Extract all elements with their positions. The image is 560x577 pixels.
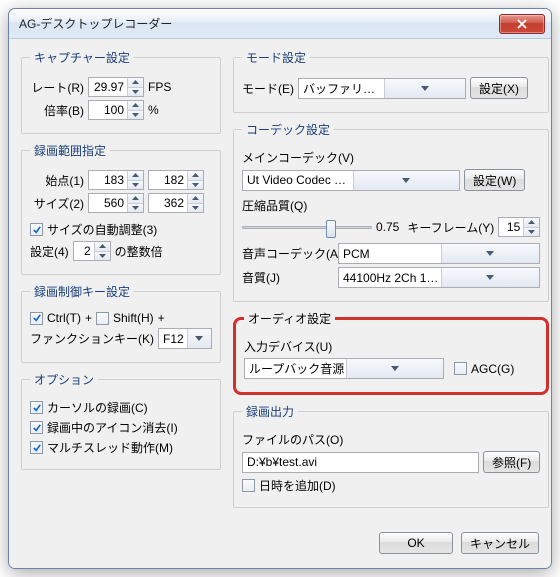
chevron-down-icon <box>187 329 212 348</box>
scale-input[interactable] <box>89 101 127 119</box>
options-legend: オプション <box>30 371 98 388</box>
path-input[interactable] <box>242 452 479 473</box>
codec-legend: コーデック設定 <box>242 121 334 138</box>
iconhide-checkbox[interactable]: 録画中のアイコン消去(I) <box>30 419 178 436</box>
setting4-spinner[interactable] <box>73 241 111 261</box>
options-group: オプション カーソルの録画(C) 録画中のアイコン消去(I) マルチスレッド動作… <box>21 371 221 470</box>
mode-settings-button[interactable]: 設定(X) <box>470 77 528 99</box>
cancel-button[interactable]: キャンセル <box>461 532 539 554</box>
auto-size-checkbox[interactable]: サイズの自動調整(3) <box>30 221 157 238</box>
funckey-combo[interactable]: F12 <box>158 328 212 349</box>
output-group: 録画出力 ファイルのパス(O) 参照(F) 日時を追加(D) <box>233 403 549 508</box>
quality-value: 0.75 <box>376 220 399 234</box>
scale-label: 倍率(B) <box>30 102 84 119</box>
titlebar: AG-デスクトップレコーダー <box>9 9 551 39</box>
codec-settings-button[interactable]: 設定(W) <box>464 169 525 191</box>
area-group: 録画範囲指定 始点(1) サイズ(2) サイズの自動調整(3) <box>21 142 221 275</box>
close-icon <box>517 19 527 29</box>
mode-legend: モード設定 <box>242 49 310 66</box>
spinner-arrows[interactable] <box>127 78 143 96</box>
start-x-spinner[interactable] <box>88 170 144 190</box>
agc-checkbox[interactable]: AGC(G) <box>454 362 514 376</box>
dialog-window: AG-デスクトップレコーダー キャプチャー設定 レート(R) <box>8 8 552 569</box>
maincodec-label: メインコーデック(V) <box>242 149 354 166</box>
funckey-label: ファンクションキー(K) <box>30 330 154 347</box>
keyframe-spinner[interactable] <box>498 217 540 237</box>
chevron-down-icon <box>384 79 466 98</box>
setting4-suffix: の整数倍 <box>115 243 163 260</box>
chevron-down-icon <box>346 359 444 378</box>
rate-input[interactable] <box>89 78 127 96</box>
chevron-down-icon <box>441 244 540 263</box>
quality-slider[interactable] <box>242 218 372 236</box>
shift-checkbox[interactable]: Shift(H) <box>96 311 154 325</box>
dialog-footer: OK キャンセル <box>9 524 551 568</box>
audioquality-combo[interactable]: 44100Hz 2Ch 16Bits 1411kbps <box>338 267 540 288</box>
auto-size-label: サイズの自動調整(3) <box>47 221 157 238</box>
quality-label: 圧縮品質(Q) <box>242 197 307 214</box>
audiocodec-label: 音声コーデック(A) <box>242 245 334 262</box>
ok-button[interactable]: OK <box>379 532 453 554</box>
scale-unit: % <box>148 103 159 117</box>
cursor-checkbox[interactable]: カーソルの録画(C) <box>30 399 148 416</box>
start-y-spinner[interactable] <box>148 170 204 190</box>
audioquality-label: 音質(J) <box>242 269 334 286</box>
size-label: サイズ(2) <box>30 195 84 212</box>
codec-group: コーデック設定 メインコーデック(V) Ut Video Codec YUV42… <box>233 121 549 302</box>
output-legend: 録画出力 <box>242 403 298 420</box>
capture-group: キャプチャー設定 レート(R) FPS 倍率(B) <box>21 49 221 134</box>
ctrlkey-legend: 録画制御キー設定 <box>30 283 134 300</box>
setting4-label: 設定(4) <box>30 243 69 260</box>
adddate-checkbox[interactable]: 日時を追加(D) <box>242 477 336 494</box>
start-label: 始点(1) <box>30 172 84 189</box>
keyframe-label: キーフレーム(Y) <box>407 219 494 236</box>
scale-spinner[interactable] <box>88 100 144 120</box>
maincodec-combo[interactable]: Ut Video Codec YUV420 (ULY0) DMO x86 <box>242 170 460 191</box>
audio-legend: オーディオ設定 <box>244 310 335 327</box>
ctrl-checkbox[interactable]: Ctrl(T) <box>30 311 81 325</box>
ctrlkey-group: 録画制御キー設定 Ctrl(T) + Shift(H) + ファンクションキー(… <box>21 283 221 363</box>
device-label: 入力デバイス(U) <box>244 338 332 355</box>
size-h-spinner[interactable] <box>148 193 204 213</box>
audiocodec-combo[interactable]: PCM <box>338 243 540 264</box>
close-button[interactable] <box>499 14 545 34</box>
capture-legend: キャプチャー設定 <box>30 49 134 66</box>
path-label: ファイルのパス(O) <box>242 431 343 448</box>
checkbox-icon <box>30 223 43 236</box>
rate-unit: FPS <box>148 80 171 94</box>
mode-combo[interactable]: バッファリングエンコード <box>298 78 466 99</box>
chevron-down-icon <box>353 171 460 190</box>
audio-group: オーディオ設定 入力デバイス(U) ループバック音源 AGC(G) <box>233 310 549 395</box>
mode-group: モード設定 モード(E) バッファリングエンコード 設定(X) <box>233 49 549 113</box>
rate-spinner[interactable] <box>88 77 144 97</box>
spinner-arrows[interactable] <box>127 101 143 119</box>
window-title: AG-デスクトップレコーダー <box>19 15 172 32</box>
area-legend: 録画範囲指定 <box>30 142 110 159</box>
browse-button[interactable]: 参照(F) <box>483 451 540 473</box>
device-combo[interactable]: ループバック音源 <box>244 358 444 379</box>
multithread-checkbox[interactable]: マルチスレッド動作(M) <box>30 439 173 456</box>
chevron-down-icon <box>441 268 540 287</box>
rate-label: レート(R) <box>30 79 84 96</box>
mode-label: モード(E) <box>242 80 294 97</box>
size-w-spinner[interactable] <box>88 193 144 213</box>
